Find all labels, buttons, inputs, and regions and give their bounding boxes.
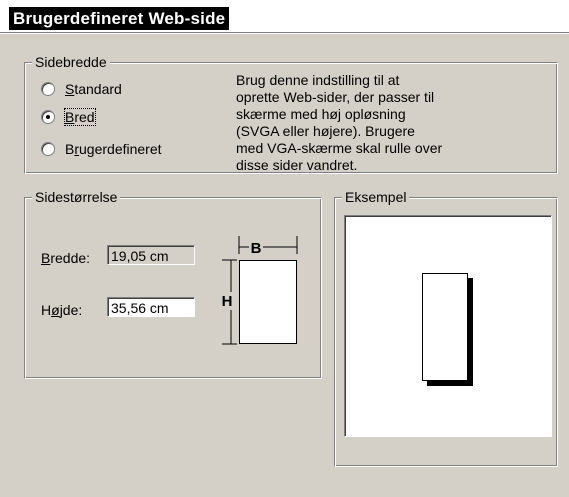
radio-bred-circle[interactable] bbox=[41, 110, 55, 124]
radio-standard[interactable]: Standard bbox=[41, 80, 122, 98]
preview-area bbox=[344, 215, 552, 437]
radio-bred-label[interactable]: Bred bbox=[64, 108, 96, 126]
radio-bred[interactable]: Bred bbox=[41, 108, 96, 126]
diagram-height-letter: H bbox=[222, 293, 233, 310]
radio-standard-label[interactable]: Standard bbox=[65, 81, 122, 97]
eksempel-legend: Eksempel bbox=[342, 189, 410, 205]
preview-page bbox=[422, 273, 468, 381]
sidebredde-description: Brug denne indstilling til at oprette We… bbox=[236, 72, 443, 173]
diagram-width-letter: B bbox=[251, 240, 262, 257]
page-dimension-diagram: B H bbox=[222, 236, 298, 345]
dialog-title: Brugerdefineret Web-side bbox=[9, 7, 230, 30]
header-separator-highlight bbox=[0, 33, 569, 34]
height-input[interactable]: 35,56 cm bbox=[107, 297, 195, 317]
radio-standard-circle[interactable] bbox=[41, 82, 55, 96]
radio-brugerdefineret-circle[interactable] bbox=[41, 142, 55, 156]
sidestorrelse-legend: Sidestørrelse bbox=[32, 189, 121, 205]
radio-brugerdefineret-label[interactable]: Brugerdefineret bbox=[65, 141, 162, 157]
sidestorrelse-group: Sidestørrelse Bredde: 19,05 cm Højde: 35… bbox=[24, 189, 322, 379]
sidebredde-legend: Sidebredde bbox=[32, 54, 110, 70]
dialog-header: Brugerdefineret Web-side bbox=[0, 0, 569, 32]
eksempel-group: Eksempel bbox=[334, 189, 558, 467]
height-label: Højde: bbox=[41, 302, 83, 318]
sidebredde-group: Sidebredde Standard Bred Brugerdefineret… bbox=[24, 54, 558, 174]
width-label: Bredde: bbox=[41, 250, 91, 266]
width-field: 19,05 cm bbox=[107, 245, 195, 265]
radio-brugerdefineret[interactable]: Brugerdefineret bbox=[41, 140, 162, 158]
